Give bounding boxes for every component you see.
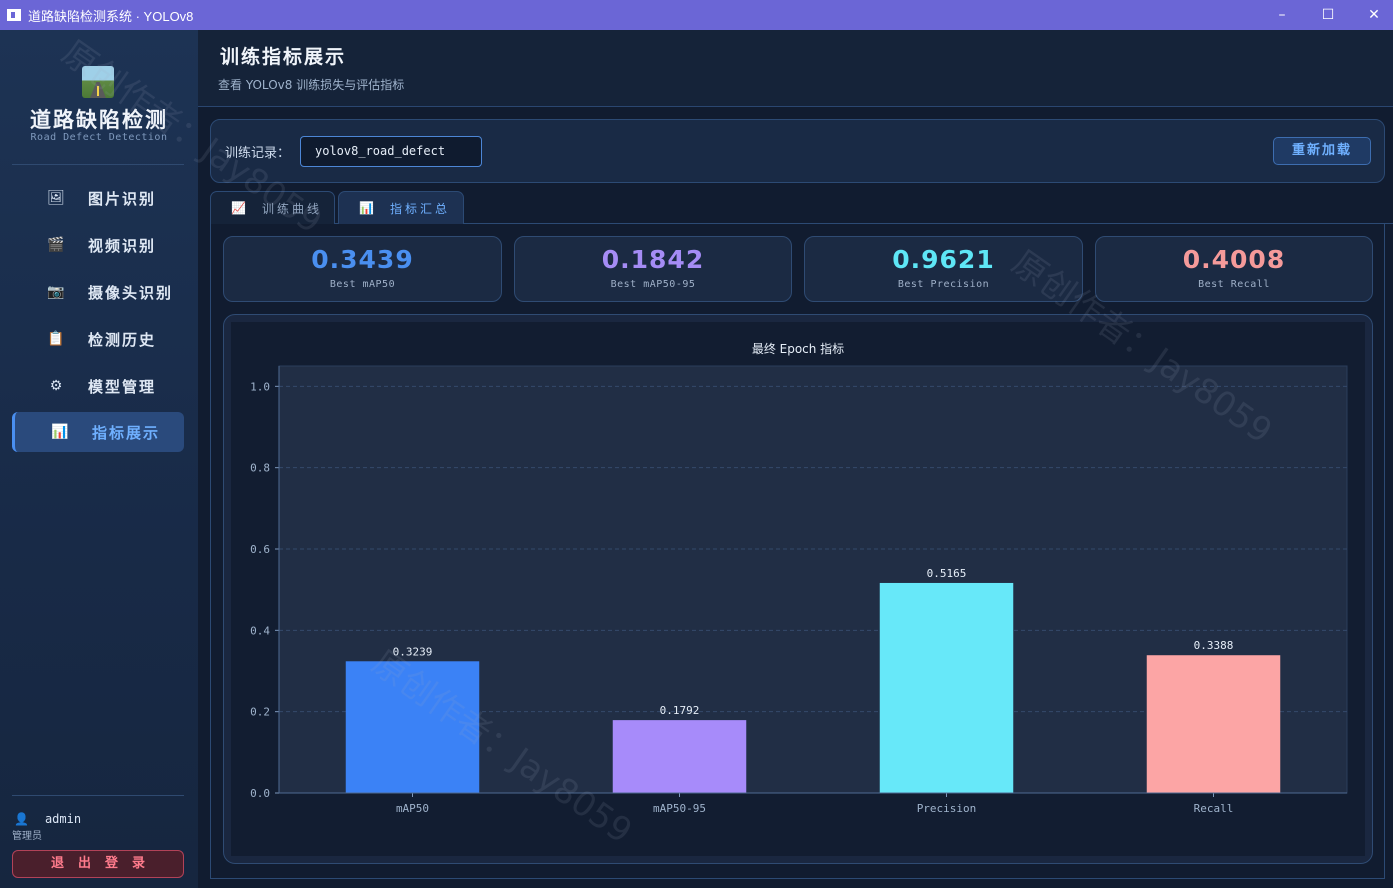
metric-value: 0.3439 <box>311 245 414 274</box>
metric-value: 0.1842 <box>601 245 705 274</box>
metric-label: Best Recall <box>1198 279 1270 290</box>
bar-chart-icon: 📊 <box>51 424 69 440</box>
sidebar: 道路缺陷检测 Road Defect Detection 🖼 图片识别 🎬 视频… <box>0 30 198 888</box>
reload-button[interactable]: 重新加载 <box>1273 137 1371 165</box>
chart-canvas: 0.0 0.2 0.4 0.6 0.8 1.0 0.3239 mAP50 0.1792 mAP50… <box>231 322 1365 856</box>
y-tick-label: 0.6 <box>250 543 270 556</box>
sidebar-item-detection-history[interactable]: 📋 检测历史 <box>12 319 184 359</box>
window-titlebar: 道路缺陷检测系统 · YOLOv8 – ☐ ✕ <box>0 0 1393 30</box>
metric-card-map50-95: 0.1842 Best mAP50-95 <box>514 236 792 302</box>
bar-value-label: 0.1792 <box>660 704 700 717</box>
sidebar-divider <box>12 164 184 165</box>
line-chart-icon: 📈 <box>231 201 246 215</box>
sidebar-item-camera-recognition[interactable]: 📷 摄像头识别 <box>12 272 184 312</box>
gear-icon: ⚙ <box>49 378 63 394</box>
username: admin <box>44 812 82 826</box>
tab-label: 指标汇总 <box>389 201 450 216</box>
brand-title: 道路缺陷检测 <box>30 107 168 132</box>
brand-subtitle: Road Defect Detection <box>30 132 168 143</box>
bar <box>1146 655 1281 793</box>
bar-value-label: 0.3239 <box>393 645 433 658</box>
bar-value-label: 0.5165 <box>927 567 967 580</box>
sidebar-item-label: 图片识别 <box>88 189 157 208</box>
y-tick-label: 0.4 <box>250 624 270 637</box>
x-tick-label: mAP50 <box>396 802 429 815</box>
x-tick-label: mAP50-95 <box>653 802 706 815</box>
close-button[interactable]: ✕ <box>1351 0 1393 30</box>
app-icon <box>7 9 21 21</box>
bar <box>612 720 747 793</box>
sidebar-item-label: 视频识别 <box>88 236 157 255</box>
main-content: 训练指标展示 查看 YOLOv8 训练损失与评估指标 训练记录： yolov8_… <box>198 30 1393 888</box>
logout-button[interactable]: 退出登录 <box>12 850 184 878</box>
road-logo-icon <box>82 66 114 98</box>
sidebar-item-model-management[interactable]: ⚙ 模型管理 <box>12 366 184 406</box>
y-tick-label: 0.8 <box>250 462 270 475</box>
chart-title: 最终 Epoch 指标 <box>752 341 844 356</box>
picture-icon: 🖼 <box>47 190 65 206</box>
metric-value: 0.4008 <box>1182 245 1286 274</box>
bar-chart-icon: 📊 <box>359 201 374 215</box>
training-record-label: 训练记录： <box>225 146 291 161</box>
training-record-select[interactable]: yolov8_road_defect <box>300 136 482 167</box>
final-epoch-bar-chart: 0.0 0.2 0.4 0.6 0.8 1.0 0.3239 mAP50 0.1792 mAP50… <box>250 341 1348 815</box>
tab-label: 训练曲线 <box>261 201 322 216</box>
training-record-bar: 训练记录： yolov8_road_defect 重新加载 <box>210 119 1385 183</box>
sidebar-item-label: 摄像头识别 <box>88 283 174 302</box>
user-info: 👤 admin <box>14 812 81 826</box>
metric-label: Best Precision <box>897 279 990 290</box>
x-tick-label: Precision <box>917 802 977 815</box>
metric-card-precision: 0.9621 Best Precision <box>804 236 1083 302</box>
tab-metrics-summary[interactable]: 📊 指标汇总 <box>338 191 464 224</box>
sidebar-item-label: 指标展示 <box>92 423 161 442</box>
window-title: 道路缺陷检测系统 · YOLOv8 <box>28 8 194 24</box>
sidebar-item-video-recognition[interactable]: 🎬 视频识别 <box>12 225 184 265</box>
camera-icon: 📷 <box>47 284 65 300</box>
metric-label: Best mAP50 <box>329 279 396 290</box>
page-header: 训练指标展示 查看 YOLOv8 训练损失与评估指标 <box>198 30 1393 107</box>
metric-label: Best mAP50-95 <box>610 279 696 290</box>
sidebar-divider <box>12 795 184 796</box>
sidebar-item-image-recognition[interactable]: 🖼 图片识别 <box>12 178 184 218</box>
clipboard-icon: 📋 <box>47 331 65 347</box>
metric-card-recall: 0.4008 Best Recall <box>1095 236 1373 302</box>
metric-card-map50: 0.3439 Best mAP50 <box>223 236 502 302</box>
y-tick-label: 0.0 <box>250 787 270 800</box>
y-tick-label: 0.2 <box>250 706 270 719</box>
clapperboard-icon: 🎬 <box>47 237 65 253</box>
maximize-button[interactable]: ☐ <box>1305 0 1351 30</box>
chart-frame: 0.0 0.2 0.4 0.6 0.8 1.0 0.3239 mAP50 0.1792 mAP50… <box>223 314 1373 864</box>
tab-training-curves[interactable]: 📈 训练曲线 <box>210 191 335 224</box>
minimize-button[interactable]: – <box>1259 0 1305 30</box>
page-title: 训练指标展示 <box>220 46 347 68</box>
bar-value-label: 0.3388 <box>1194 639 1234 652</box>
y-tick-label: 1.0 <box>250 380 270 393</box>
bar <box>879 582 1014 793</box>
x-tick-label: Recall <box>1194 802 1234 815</box>
sidebar-item-label: 检测历史 <box>88 330 157 349</box>
sidebar-item-metrics[interactable]: 📊 指标展示 <box>12 412 184 452</box>
metric-value: 0.9621 <box>892 245 995 274</box>
user-role: 管理员 <box>12 831 42 842</box>
page-subtitle: 查看 YOLOv8 训练损失与评估指标 <box>218 78 405 92</box>
bar <box>345 661 480 793</box>
user-icon: 👤 <box>14 812 29 826</box>
sidebar-item-label: 模型管理 <box>88 377 157 396</box>
